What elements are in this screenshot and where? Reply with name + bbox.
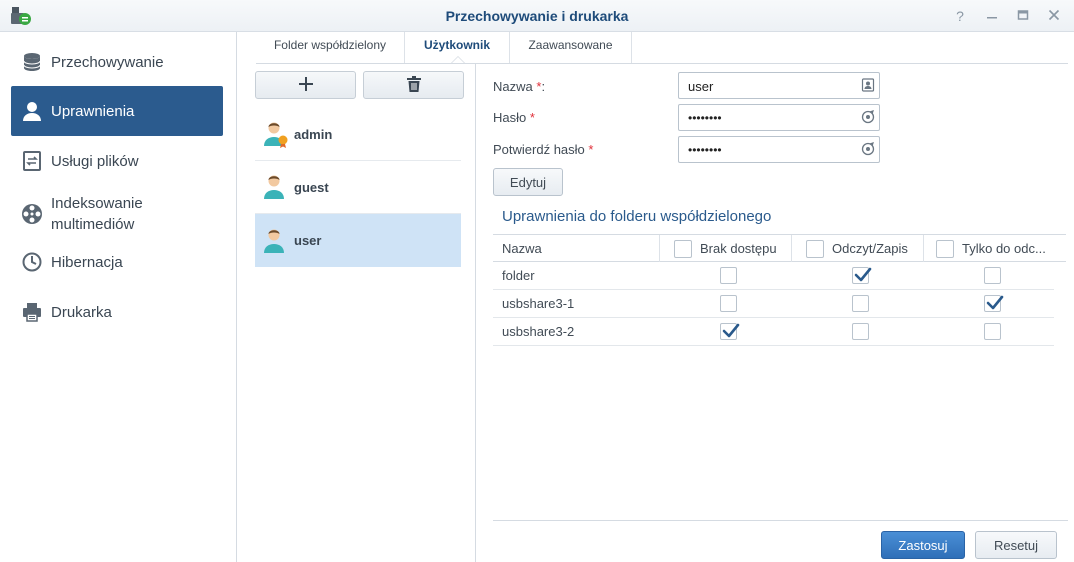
user-list-item-user[interactable]: user bbox=[255, 214, 461, 267]
label-suffix: : bbox=[541, 79, 546, 94]
sidebar-item-media-indexing[interactable]: Indeksowanie multimediów bbox=[11, 186, 223, 242]
media-index-icon bbox=[21, 203, 43, 225]
confirm-password-field[interactable]: •••••••• bbox=[678, 136, 880, 163]
read-write-checkbox[interactable] bbox=[852, 295, 869, 312]
table-row[interactable]: usbshare3-2 bbox=[493, 318, 1054, 346]
close-icon[interactable] bbox=[1044, 6, 1064, 26]
select-all-read-write-checkbox[interactable] bbox=[806, 239, 824, 258]
confirm-password-label: Potwierdź hasło * bbox=[493, 142, 593, 157]
reset-button[interactable]: Resetuj bbox=[975, 531, 1057, 559]
password-label: Hasło * bbox=[493, 110, 535, 125]
tab-bar: Folder współdzielony Użytkownik Zaawanso… bbox=[256, 32, 1068, 64]
select-all-read-only-checkbox[interactable] bbox=[936, 239, 954, 258]
user-name: guest bbox=[294, 179, 329, 195]
help-icon[interactable]: ? bbox=[950, 6, 970, 26]
sidebar-item-hibernation[interactable]: Hibernacja bbox=[11, 237, 223, 287]
password-field[interactable]: •••••••• bbox=[678, 104, 880, 131]
no-access-checkbox[interactable] bbox=[720, 295, 737, 312]
read-only-checkbox[interactable] bbox=[984, 295, 1004, 312]
plus-icon bbox=[298, 76, 314, 95]
table-row[interactable]: folder bbox=[493, 262, 1054, 290]
password-strength-icon[interactable] bbox=[861, 142, 875, 156]
user-list-item-guest[interactable]: guest bbox=[255, 161, 461, 214]
folder-name: usbshare3-1 bbox=[502, 296, 575, 311]
name-field[interactable]: user bbox=[678, 72, 880, 99]
tab-advanced[interactable]: Zaawansowane bbox=[510, 32, 632, 63]
required-mark: * bbox=[529, 110, 535, 125]
folder-name: folder bbox=[502, 268, 535, 283]
clock-icon bbox=[21, 251, 43, 273]
printer-icon bbox=[21, 301, 43, 323]
storage-icon bbox=[21, 51, 43, 73]
admin-user-icon bbox=[263, 120, 289, 148]
read-only-checkbox[interactable] bbox=[984, 267, 1001, 284]
sidebar-item-label: Usługi plików bbox=[51, 152, 139, 170]
delete-user-button[interactable] bbox=[363, 71, 464, 99]
name-label-text: Nazwa bbox=[493, 79, 533, 94]
required-mark: * bbox=[588, 142, 594, 157]
minimize-icon[interactable] bbox=[982, 6, 1002, 26]
user-name: user bbox=[294, 233, 322, 248]
sidebar-item-file-services[interactable]: Usługi plików bbox=[11, 136, 223, 186]
sidebar-item-label: Indeksowanie multimediów bbox=[51, 195, 143, 233]
password-field-value: •••••••• bbox=[688, 111, 722, 125]
no-access-checkbox[interactable] bbox=[720, 323, 740, 340]
user-name: admin bbox=[294, 126, 333, 142]
name-label: Nazwa *: bbox=[493, 79, 545, 94]
confirm-field-value: •••••••• bbox=[688, 143, 722, 157]
user-avatar-icon bbox=[263, 227, 289, 255]
sidebar-item-label: Drukarka bbox=[51, 303, 112, 321]
user-list-item-admin[interactable]: admin bbox=[255, 108, 461, 161]
user-list-panel: admin guest user bbox=[238, 64, 476, 562]
contact-card-icon[interactable] bbox=[861, 78, 875, 92]
maximize-icon[interactable] bbox=[1013, 6, 1033, 26]
column-header-no-access[interactable]: Brak dostępu bbox=[659, 235, 791, 262]
file-services-icon bbox=[21, 150, 43, 172]
sidebar-item-storage[interactable]: Przechowywanie bbox=[11, 37, 223, 87]
sidebar-item-label: Przechowywanie bbox=[51, 53, 164, 71]
sidebar-item-permissions[interactable]: Uprawnienia bbox=[11, 86, 223, 136]
table-row[interactable]: usbshare3-1 bbox=[493, 290, 1054, 318]
add-user-button[interactable] bbox=[255, 71, 356, 99]
permissions-title: Uprawnienia do folderu współdzielonego bbox=[502, 208, 772, 225]
sidebar-item-printer[interactable]: Drukarka bbox=[11, 287, 223, 337]
column-header-read-write[interactable]: Odczyt/Zapis bbox=[791, 235, 923, 262]
edit-button[interactable]: Edytuj bbox=[493, 168, 563, 196]
sidebar-item-label: Uprawnienia bbox=[51, 102, 135, 120]
column-header-label: Odczyt/Zapis bbox=[832, 241, 908, 256]
no-access-checkbox[interactable] bbox=[720, 267, 737, 284]
footer-divider bbox=[493, 520, 1068, 521]
read-write-checkbox[interactable] bbox=[852, 323, 869, 340]
trash-icon bbox=[406, 75, 421, 95]
name-field-value: user bbox=[688, 79, 714, 94]
confirm-label-text: Potwierdź hasło bbox=[493, 142, 585, 157]
password-label-text: Hasło bbox=[493, 110, 527, 125]
sidebar-item-label: Hibernacja bbox=[51, 253, 123, 271]
user-icon bbox=[21, 100, 43, 122]
sidebar: Przechowywanie Uprawnienia Usługi plików… bbox=[0, 32, 237, 562]
guest-user-icon bbox=[263, 173, 289, 201]
column-header-read-only[interactable]: Tylko do odc... bbox=[923, 235, 1066, 262]
table-header: Nazwa Brak dostępu Odczyt/Zapis Tylko do… bbox=[493, 234, 1066, 262]
select-all-no-access-checkbox[interactable] bbox=[674, 239, 692, 258]
title-bar: Przechowywanie i drukarka ? bbox=[0, 0, 1074, 32]
read-only-checkbox[interactable] bbox=[984, 323, 1001, 340]
column-header-name[interactable]: Nazwa bbox=[493, 235, 659, 262]
column-header-label: Brak dostępu bbox=[700, 241, 777, 256]
active-tab-indicator bbox=[451, 56, 465, 63]
apply-button[interactable]: Zastosuj bbox=[881, 531, 965, 559]
password-strength-icon[interactable] bbox=[861, 110, 875, 124]
column-header-label: Tylko do odc... bbox=[962, 241, 1046, 256]
window-title: Przechowywanie i drukarka bbox=[445, 8, 629, 24]
read-write-checkbox[interactable] bbox=[852, 267, 872, 284]
folder-name: usbshare3-2 bbox=[502, 324, 575, 339]
tab-shared-folder[interactable]: Folder współdzielony bbox=[256, 32, 405, 63]
